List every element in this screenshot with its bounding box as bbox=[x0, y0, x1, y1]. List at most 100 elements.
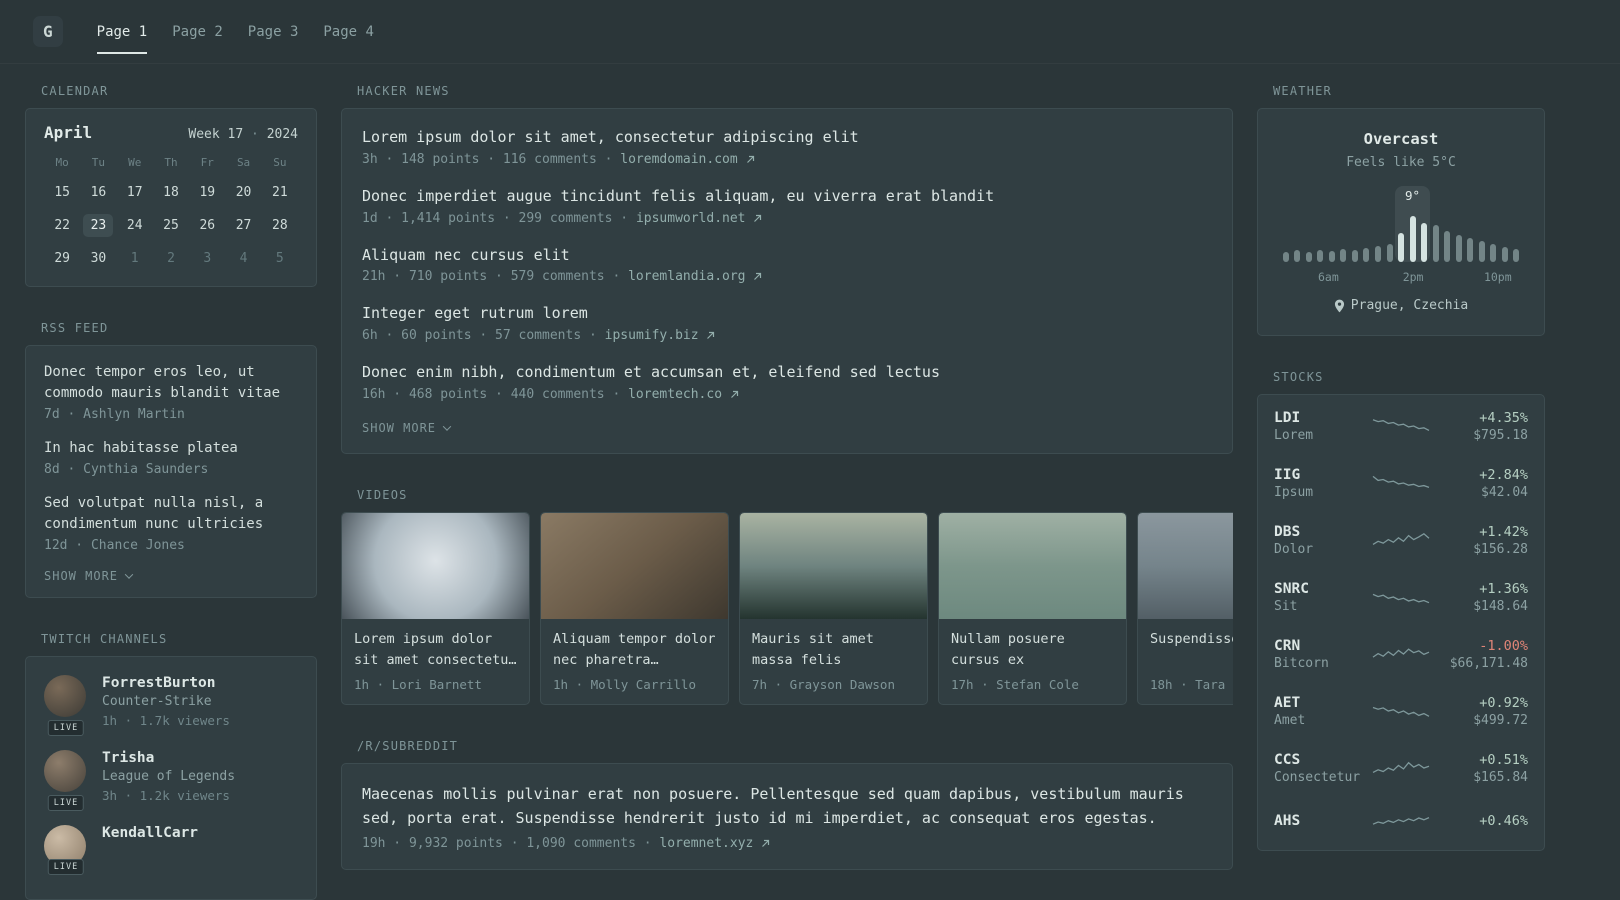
stock-row[interactable]: LDI Lorem +4.35% $795.18 bbox=[1258, 398, 1544, 455]
subreddit-post-title[interactable]: Maecenas mollis pulvinar erat non posuer… bbox=[362, 782, 1212, 830]
video-title[interactable]: Mauris sit amet massa felis bbox=[752, 629, 915, 671]
stock-change: +1.36% bbox=[1479, 580, 1528, 597]
hn-item-title[interactable]: Lorem ipsum dolor sit amet, consectetur … bbox=[362, 127, 1212, 149]
weather-bar bbox=[1501, 246, 1508, 262]
rss-item: Sed volutpat nulla nisl, a condimentum n… bbox=[44, 493, 298, 553]
video-title[interactable]: Aliquam tempor dolor nec pharetra… bbox=[553, 629, 716, 671]
stock-row[interactable]: SNRC Sit +1.36% $148.64 bbox=[1258, 569, 1544, 626]
hn-item-meta: 16h · 468 points · 440 comments · loremt… bbox=[362, 387, 1212, 402]
twitch-channel-name[interactable]: ForrestBurton bbox=[102, 675, 230, 691]
weather-bar bbox=[1478, 240, 1485, 262]
stock-symbol: DBS bbox=[1274, 523, 1301, 540]
calendar-day: 15 bbox=[54, 185, 70, 200]
tab-page-2[interactable]: Page 2 bbox=[172, 0, 223, 63]
tab-page-4[interactable]: Page 4 bbox=[323, 0, 374, 63]
stock-sparkline bbox=[1372, 584, 1430, 610]
avatar bbox=[44, 750, 86, 792]
hn-item-source-link[interactable]: loremlandia.org bbox=[628, 269, 762, 284]
twitch-channel-row[interactable]: LIVE ForrestBurton Counter-Strike 1h · 1.7k… bbox=[44, 675, 298, 736]
video-title[interactable]: Suspendisse sed diam bbox=[1150, 629, 1233, 671]
stock-symbol: SNRC bbox=[1274, 580, 1309, 597]
rss-item-title[interactable]: Sed volutpat nulla nisl, a condimentum n… bbox=[44, 493, 298, 535]
stock-price: $156.28 bbox=[1473, 541, 1528, 557]
weather-bar bbox=[1282, 252, 1289, 262]
twitch-channel-category[interactable]: League of Legends bbox=[102, 769, 235, 784]
subreddit-source-link[interactable]: loremnet.xyz bbox=[659, 836, 770, 851]
hn-item-meta: 6h · 60 points · 57 comments · ipsumify.… bbox=[362, 328, 1212, 343]
hn-item-stats: 16h · 468 points · 440 comments · bbox=[362, 386, 629, 402]
hacker-news-card: Lorem ipsum dolor sit amet, consectetur … bbox=[341, 108, 1233, 454]
hn-item-stats: 3h · 148 points · 116 comments · bbox=[362, 151, 621, 167]
stock-row[interactable]: AET Amet +0.92% $499.72 bbox=[1258, 683, 1544, 740]
twitch-section: TWITCH CHANNELS LIVE ForrestBurton Counter… bbox=[25, 632, 317, 900]
dashboard-page: G Page 1 Page 2 Page 3 Page 4 CALENDAR Apri… bbox=[0, 0, 1620, 900]
rss-item-title[interactable]: In hac habitasse platea bbox=[44, 438, 298, 459]
video-title[interactable]: Lorem ipsum dolor sit amet consectetu… bbox=[354, 629, 517, 671]
video-card[interactable]: Nullam posuere cursus ex 17h · Stefan Col… bbox=[938, 511, 1127, 705]
weather-bars bbox=[1280, 214, 1522, 262]
calendar-week-year: Week 17 · 2024 bbox=[188, 127, 298, 142]
stock-name: Amet bbox=[1274, 712, 1306, 728]
rss-item-title[interactable]: Donec tempor eros leo, ut commodo mauris… bbox=[44, 362, 298, 404]
video-meta: 17h · Stefan Cole bbox=[951, 676, 1079, 692]
hn-item-title[interactable]: Integer eget rutrum lorem bbox=[362, 303, 1212, 325]
calendar-day-header: Sa bbox=[236, 156, 251, 169]
live-badge: LIVE bbox=[47, 795, 85, 811]
twitch-channel-name[interactable]: KendallCarr bbox=[102, 825, 198, 841]
hn-item: Donec enim nibh, condimentum et accumsan… bbox=[362, 362, 1212, 402]
twitch-avatar-wrap: LIVE bbox=[44, 675, 88, 736]
twitch-channel-row[interactable]: LIVE Trisha League of Legends 3h · 1.2k vie… bbox=[44, 750, 298, 811]
hn-item: Donec imperdiet augue tincidunt felis al… bbox=[362, 186, 1212, 226]
video-thumbnail bbox=[342, 512, 529, 619]
video-title[interactable]: Nullam posuere cursus ex bbox=[951, 629, 1114, 671]
stock-row[interactable]: CRN Bitcorn -1.00% $66,171.48 bbox=[1258, 626, 1544, 683]
hn-item-source-link[interactable]: loremdomain.com bbox=[620, 152, 754, 167]
video-card[interactable]: Lorem ipsum dolor sit amet consectetu… 1h… bbox=[341, 511, 530, 705]
hn-item-title[interactable]: Aliquam nec cursus elit bbox=[362, 245, 1212, 267]
app-logo[interactable]: G bbox=[33, 16, 63, 47]
video-card[interactable]: Aliquam tempor dolor nec pharetra… 1h · M… bbox=[540, 511, 729, 705]
twitch-channel-row[interactable]: LIVE KendallCarr bbox=[44, 825, 298, 875]
calendar-day: 28 bbox=[272, 218, 288, 233]
stocks-section: STOCKS LDI Lorem +4.35% $795.18 IIG Ipsum +2.8… bbox=[1257, 370, 1545, 851]
hn-item-title[interactable]: Donec imperdiet augue tincidunt felis al… bbox=[362, 186, 1212, 208]
hn-item-source-link[interactable]: ipsumworld.net bbox=[636, 211, 762, 226]
sparkline-chart bbox=[1372, 816, 1430, 825]
external-link-icon bbox=[754, 214, 762, 222]
stock-change: +0.46% bbox=[1479, 812, 1528, 829]
stock-row[interactable]: CCS Consectetur +0.51% $165.84 bbox=[1258, 740, 1544, 797]
rss-show-more-button[interactable]: SHOW MORE bbox=[44, 569, 134, 583]
stock-row[interactable]: AHS +0.46% bbox=[1258, 797, 1544, 847]
hn-item-meta: 21h · 710 points · 579 comments · loreml… bbox=[362, 269, 1212, 284]
stock-row[interactable]: DBS Dolor +1.42% $156.28 bbox=[1258, 512, 1544, 569]
hn-item-source-link[interactable]: loremtech.co bbox=[628, 387, 739, 402]
rss-item-meta: 12d · Chance Jones bbox=[44, 538, 185, 553]
calendar-day: 25 bbox=[163, 218, 179, 233]
twitch-channel-name[interactable]: Trisha bbox=[102, 750, 235, 766]
hacker-news-section: HACKER NEWS Lorem ipsum dolor sit amet, … bbox=[341, 84, 1233, 454]
chevron-down-icon bbox=[442, 422, 452, 431]
video-card[interactable]: Mauris sit amet massa felis 7h · Grayson … bbox=[739, 511, 928, 705]
stock-price: $66,171.48 bbox=[1449, 655, 1528, 671]
weather-condition: Overcast bbox=[1363, 130, 1439, 148]
calendar-day: 24 bbox=[126, 218, 143, 233]
rss-section: RSS FEED Donec tempor eros leo, ut commo… bbox=[25, 321, 317, 598]
videos-row: Lorem ipsum dolor sit amet consectetu… 1h… bbox=[341, 511, 1233, 705]
hn-item: Aliquam nec cursus elit 21h · 710 points … bbox=[362, 245, 1212, 284]
stock-price: $148.64 bbox=[1473, 598, 1528, 614]
top-nav: G Page 1 Page 2 Page 3 Page 4 bbox=[0, 0, 1620, 64]
rss-item-meta: 8d · Cynthia Saunders bbox=[44, 462, 209, 477]
tab-page-1[interactable]: Page 1 bbox=[96, 0, 147, 63]
calendar-day: 18 bbox=[163, 185, 179, 200]
hn-item-title[interactable]: Donec enim nibh, condimentum et accumsan… bbox=[362, 362, 1212, 384]
twitch-channel-category[interactable]: Counter-Strike bbox=[102, 694, 230, 709]
calendar-header: April Week 17 · 2024 bbox=[44, 123, 298, 142]
hn-item-source-link[interactable]: ipsumify.biz bbox=[605, 328, 716, 343]
hacker-news-show-more-button[interactable]: SHOW MORE bbox=[362, 421, 452, 435]
video-card[interactable]: Suspendisse sed diam 18h · Tara bbox=[1137, 511, 1233, 705]
calendar-day: 16 bbox=[90, 185, 107, 200]
tab-page-3[interactable]: Page 3 bbox=[248, 0, 299, 63]
stock-row[interactable]: IIG Ipsum +2.84% $42.04 bbox=[1258, 455, 1544, 512]
twitch-card: LIVE ForrestBurton Counter-Strike 1h · 1.7k… bbox=[25, 656, 317, 900]
stock-sparkline bbox=[1372, 413, 1430, 439]
